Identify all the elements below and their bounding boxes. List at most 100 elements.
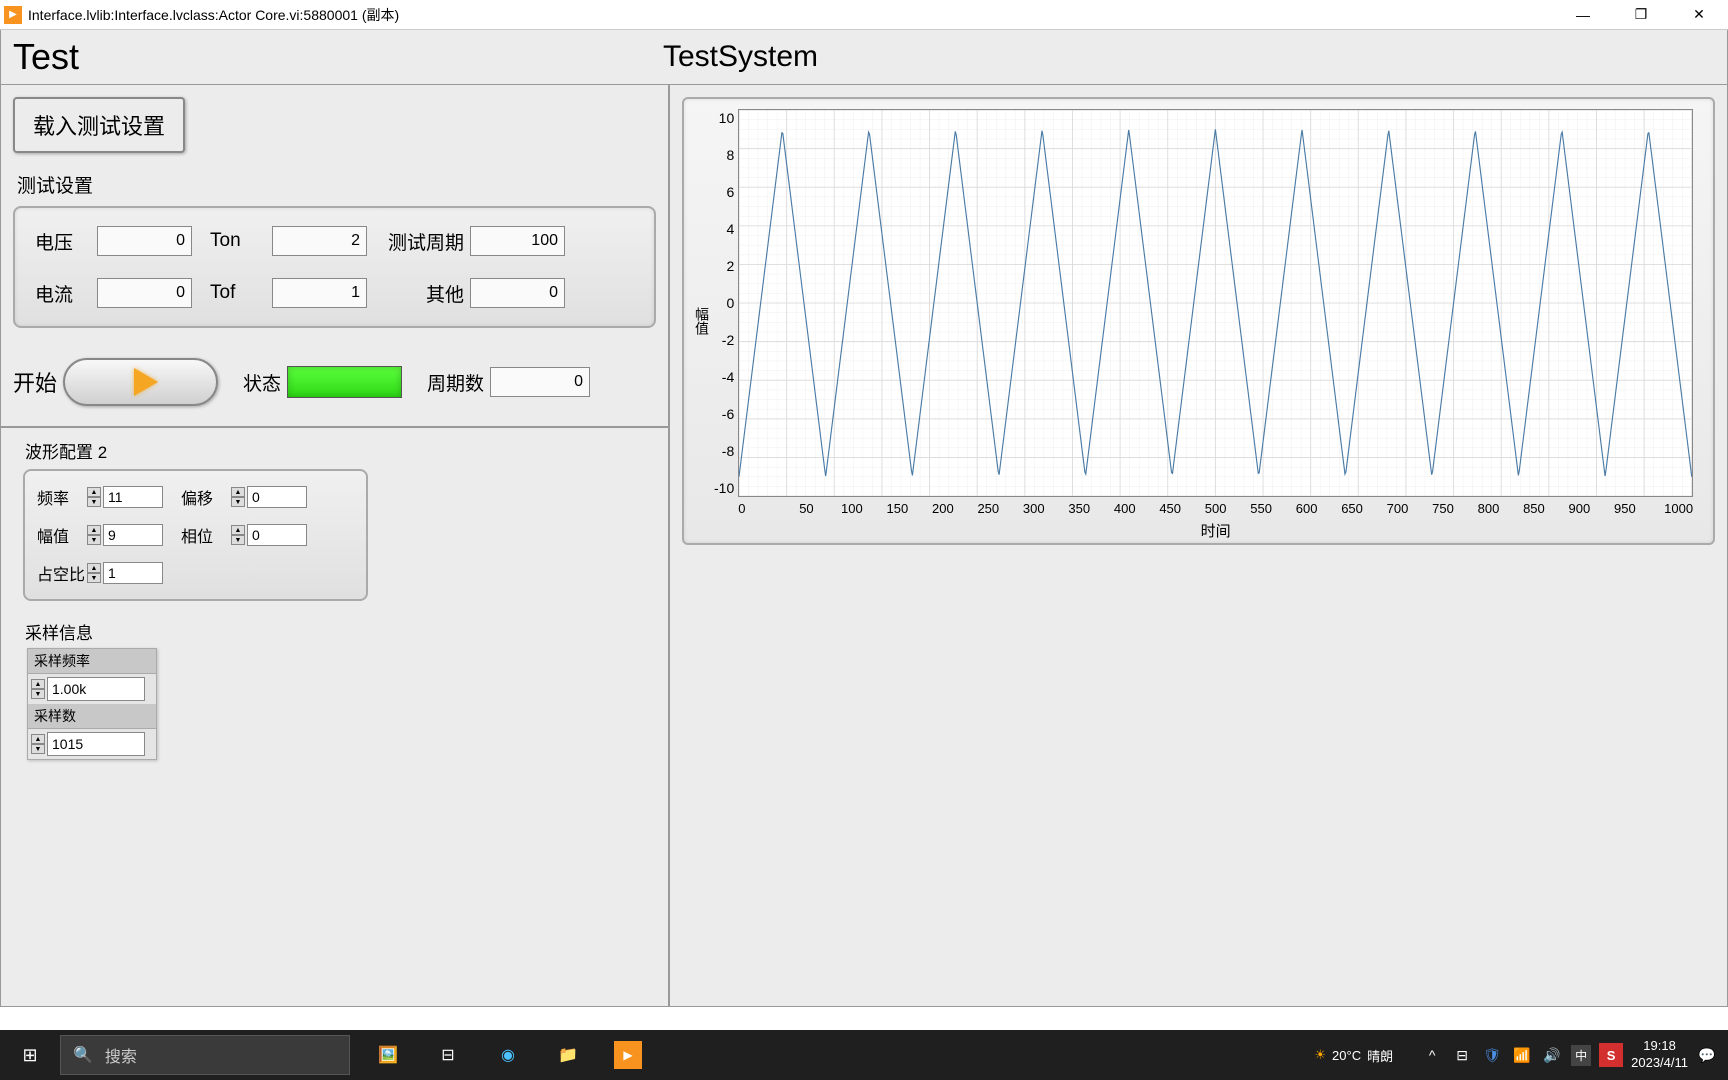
tof-input[interactable] xyxy=(272,278,367,308)
other-input[interactable] xyxy=(470,278,565,308)
taskbar-app-1[interactable]: 🖼️ xyxy=(358,1030,418,1080)
window-titlebar: Interface.lvlib:Interface.lvclass:Actor … xyxy=(0,0,1728,30)
amp-up[interactable]: ▲ xyxy=(87,525,101,535)
tof-label: Tof xyxy=(210,282,272,304)
sample-count-input[interactable] xyxy=(47,732,145,756)
sample-count-label: 采样数 xyxy=(28,704,156,729)
current-input[interactable] xyxy=(97,278,192,308)
cycle-count-input[interactable] xyxy=(490,367,590,397)
date-text: 2023/4/11 xyxy=(1631,1055,1688,1072)
x-axis-label: 时间 xyxy=(738,520,1693,541)
period-input[interactable] xyxy=(470,226,565,256)
ime-indicator[interactable]: 中 xyxy=(1571,1045,1591,1066)
phase-input[interactable] xyxy=(247,524,307,546)
period-label: 测试周期 xyxy=(385,228,470,255)
edge-icon[interactable]: ◉ xyxy=(478,1030,538,1080)
waveform-chart[interactable]: 幅值 1086420-2-4-6-8-10 050100150200250300… xyxy=(682,97,1715,545)
sogou-icon[interactable]: S xyxy=(1599,1043,1623,1067)
task-view-button[interactable]: ⊟ xyxy=(418,1030,478,1080)
app-icon xyxy=(4,6,22,24)
freq-down[interactable]: ▼ xyxy=(87,497,101,507)
tray-app-icon[interactable]: ⊟ xyxy=(1451,1047,1473,1064)
maximize-button[interactable]: ❐ xyxy=(1612,0,1670,30)
start-button[interactable] xyxy=(63,358,218,406)
offset-label: 偏移 xyxy=(181,485,231,509)
minimize-button[interactable]: — xyxy=(1554,0,1612,30)
explorer-icon[interactable]: 📁 xyxy=(538,1030,598,1080)
start-row: 开始 状态 周期数 xyxy=(13,358,656,406)
sample-count-up[interactable]: ▲ xyxy=(31,734,45,744)
duty-up[interactable]: ▲ xyxy=(87,563,101,573)
freq-label: 频率 xyxy=(37,485,87,509)
main-content: 载入测试设置 测试设置 电压 Ton 测试周期 电流 xyxy=(0,85,1728,1007)
sample-rate-up[interactable]: ▲ xyxy=(31,679,45,689)
clock[interactable]: 19:18 2023/4/11 xyxy=(1631,1038,1688,1072)
duty-down[interactable]: ▼ xyxy=(87,573,101,583)
sun-icon: ☀ xyxy=(1314,1047,1326,1063)
wifi-icon[interactable]: 📶 xyxy=(1511,1047,1533,1064)
weather-cond: 晴朗 xyxy=(1367,1046,1393,1065)
close-button[interactable]: ✕ xyxy=(1670,0,1728,30)
status-label: 状态 xyxy=(243,369,281,396)
amp-down[interactable]: ▼ xyxy=(87,535,101,545)
phase-up[interactable]: ▲ xyxy=(231,525,245,535)
sample-rate-down[interactable]: ▼ xyxy=(31,689,45,699)
sample-info-label: 采样信息 xyxy=(25,619,656,644)
wave-config-box: 频率 ▲▼ 偏移 ▲▼ 幅值 xyxy=(23,469,368,601)
plot-area xyxy=(738,109,1693,497)
y-axis: 1086420-2-4-6-8-10 xyxy=(714,111,738,481)
ton-label: Ton xyxy=(210,230,272,252)
window-controls: — ❐ ✕ xyxy=(1554,0,1728,30)
cycle-count-label: 周期数 xyxy=(427,369,484,396)
divider xyxy=(1,426,668,428)
freq-input[interactable] xyxy=(103,486,163,508)
time-text: 19:18 xyxy=(1631,1038,1688,1055)
phase-down[interactable]: ▼ xyxy=(231,535,245,545)
tray-chevron-icon[interactable]: ^ xyxy=(1421,1047,1443,1063)
start-menu-button[interactable]: ⊞ xyxy=(0,1030,60,1080)
weather-temp: 20°C xyxy=(1332,1048,1361,1063)
ton-input[interactable] xyxy=(272,226,367,256)
voltage-label: 电压 xyxy=(35,228,97,255)
offset-input[interactable] xyxy=(247,486,307,508)
y-axis-label: 幅值 xyxy=(692,307,712,335)
right-panel: 幅值 1086420-2-4-6-8-10 050100150200250300… xyxy=(670,85,1727,1006)
offset-up[interactable]: ▲ xyxy=(231,487,245,497)
left-panel: 载入测试设置 测试设置 电压 Ton 测试周期 电流 xyxy=(1,85,670,1006)
current-label: 电流 xyxy=(35,280,97,307)
sample-rate-input[interactable] xyxy=(47,677,145,701)
labview-icon[interactable]: ▶ xyxy=(598,1030,658,1080)
sample-rate-label: 采样频率 xyxy=(28,649,156,674)
offset-down[interactable]: ▼ xyxy=(231,497,245,507)
weather-widget[interactable]: ☀ 20°C 晴朗 xyxy=(1314,1046,1393,1065)
freq-up[interactable]: ▲ xyxy=(87,487,101,497)
phase-label: 相位 xyxy=(181,523,231,547)
sample-info-box: 采样频率 ▲▼ 采样数 ▲▼ xyxy=(27,648,157,760)
amp-input[interactable] xyxy=(103,524,163,546)
other-label: 其他 xyxy=(385,280,470,307)
play-icon xyxy=(134,368,158,396)
search-icon: 🔍 xyxy=(73,1045,93,1065)
wave-config-label: 波形配置 2 xyxy=(25,438,656,463)
status-led xyxy=(287,366,402,398)
taskbar-search[interactable]: 🔍 搜索 xyxy=(60,1035,350,1075)
window-title: Interface.lvlib:Interface.lvclass:Actor … xyxy=(28,5,1554,25)
voltage-input[interactable] xyxy=(97,226,192,256)
app-header: Test TestSystem xyxy=(0,30,1728,85)
load-settings-button[interactable]: 载入测试设置 xyxy=(13,97,185,153)
search-placeholder: 搜索 xyxy=(105,1043,137,1067)
taskbar: ⊞ 🔍 搜索 🖼️ ⊟ ◉ 📁 ▶ ☀ 20°C 晴朗 ^ ⊟ 🛡 📶 🔊 中 … xyxy=(0,1030,1728,1080)
x-axis: 0501001502002503003504004505005506006507… xyxy=(738,501,1693,516)
sample-count-down[interactable]: ▼ xyxy=(31,744,45,754)
security-icon[interactable]: 🛡 xyxy=(1481,1047,1503,1064)
start-label: 开始 xyxy=(13,366,57,398)
test-settings-label: 测试设置 xyxy=(17,171,656,198)
duty-input[interactable] xyxy=(103,562,163,584)
page-title: Test xyxy=(13,36,663,78)
notifications-icon[interactable]: 💬 xyxy=(1696,1047,1718,1064)
duty-label: 占空比 xyxy=(37,561,87,585)
test-settings-box: 电压 Ton 测试周期 电流 Tof xyxy=(13,206,656,328)
system-title: TestSystem xyxy=(663,40,818,74)
amp-label: 幅值 xyxy=(37,523,87,547)
volume-icon[interactable]: 🔊 xyxy=(1541,1047,1563,1064)
